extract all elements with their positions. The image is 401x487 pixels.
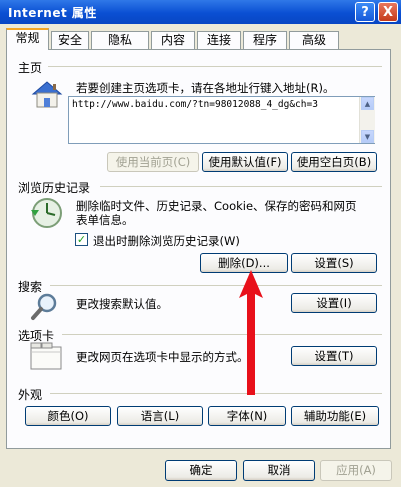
homepage-url-input[interactable]: http://www.baidu.com/?tn=98012088_4_dg&c… (68, 96, 375, 144)
history-settings-button[interactable]: 设置(S) (291, 253, 377, 273)
help-button[interactable]: ? (355, 2, 375, 22)
use-current-page-button[interactable]: 使用当前页(C) (107, 152, 199, 172)
window-title: Internet 属性 (8, 6, 97, 20)
history-section-title: 浏览历史记录 (18, 181, 91, 195)
search-divider (50, 285, 382, 286)
use-default-button[interactable]: 使用默认值(F) (202, 152, 288, 172)
scroll-up-arrow-icon[interactable]: ▲ (361, 97, 374, 110)
homepage-section-title: 主页 (18, 61, 43, 75)
accessibility-button[interactable]: 辅助功能(E) (291, 406, 379, 426)
colors-button[interactable]: 颜色(O) (25, 406, 111, 426)
apply-button[interactable]: 应用(A) (320, 460, 392, 481)
homepage-scrollbar[interactable]: ▲ ▼ (359, 97, 375, 143)
title-bar: Internet 属性 ? X (0, 0, 401, 24)
tab-privacy[interactable]: 隐私 (91, 31, 149, 49)
tabs-divider (62, 334, 382, 335)
search-description: 更改搜索默认值。 (76, 297, 168, 311)
home-icon (30, 78, 64, 110)
tab-security[interactable]: 安全 (51, 31, 89, 49)
history-clock-icon (29, 196, 67, 230)
use-blank-button[interactable]: 使用空白页(B) (291, 152, 377, 172)
languages-button[interactable]: 语言(L) (117, 406, 203, 426)
search-settings-button[interactable]: 设置(I) (291, 293, 377, 313)
close-button[interactable]: X (378, 2, 398, 22)
tab-connections[interactable]: 连接 (197, 31, 241, 49)
scroll-down-arrow-icon[interactable]: ▼ (361, 130, 374, 143)
annotation-arrow-icon (225, 270, 265, 395)
tabbed-window-icon (29, 341, 63, 371)
history-description-line2: 表单信息。 (76, 213, 134, 227)
history-divider (100, 186, 382, 187)
tabs-settings-button[interactable]: 设置(T) (291, 346, 377, 366)
tabs-description: 更改网页在选项卡中显示的方式。 (76, 350, 249, 364)
homepage-description: 若要创建主页选项卡，请在各地址行键入地址(R)。 (76, 81, 335, 95)
magnifier-icon (29, 292, 63, 322)
appearance-divider (50, 393, 382, 394)
delete-on-exit-label[interactable]: 退出时删除浏览历史记录(W) (93, 233, 240, 249)
cancel-button[interactable]: 取消 (243, 460, 315, 481)
tab-content[interactable]: 内容 (151, 31, 195, 49)
appearance-section-title: 外观 (18, 388, 43, 402)
tab-general[interactable]: 常规 (6, 28, 49, 50)
delete-on-exit-checkbox[interactable]: ✓ (75, 233, 88, 246)
tab-advanced[interactable]: 高级 (289, 31, 339, 49)
tab-programs[interactable]: 程序 (243, 31, 287, 49)
homepage-divider (48, 66, 382, 67)
ok-button[interactable]: 确定 (165, 460, 237, 481)
fonts-button[interactable]: 字体(N) (208, 406, 286, 426)
